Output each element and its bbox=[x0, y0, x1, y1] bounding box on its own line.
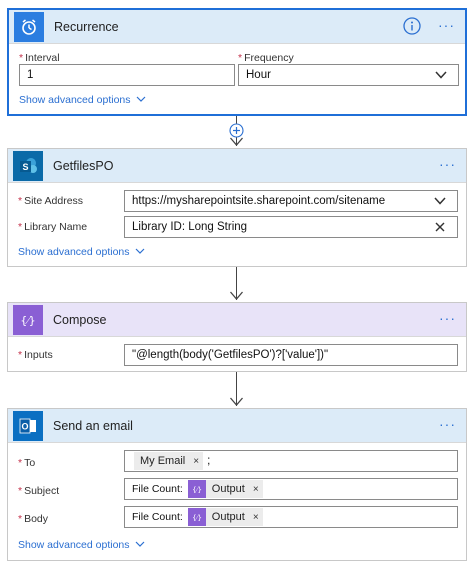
send-email-header[interactable]: O Send an email ··· bbox=[8, 409, 466, 443]
curly-braces-icon: {⁄} bbox=[187, 508, 206, 526]
chevron-down-icon bbox=[433, 194, 447, 211]
more-options-icon[interactable]: ··· bbox=[439, 311, 456, 325]
remove-token-icon[interactable]: × bbox=[253, 484, 259, 495]
to-label: * To bbox=[18, 457, 36, 469]
frequency-label: * Frequency bbox=[238, 52, 294, 64]
more-options-icon[interactable]: ··· bbox=[439, 157, 456, 171]
getfiles-title: GetfilesPO bbox=[53, 158, 114, 173]
compose-card[interactable]: {⁄} Compose ··· * Inputs "@length(body('G… bbox=[7, 302, 467, 372]
to-recipient-token[interactable]: My Email × bbox=[134, 452, 204, 470]
compose-title: Compose bbox=[53, 312, 107, 327]
interval-label: * Interval bbox=[19, 52, 60, 64]
recurrence-title: Recurrence bbox=[54, 19, 119, 34]
outlook-icon: O bbox=[13, 410, 43, 441]
svg-text:{⁄}: {⁄} bbox=[20, 314, 35, 327]
recurrence-header[interactable]: Recurrence ··· bbox=[9, 10, 465, 44]
remove-token-icon[interactable]: × bbox=[193, 456, 199, 467]
show-advanced-options-link[interactable]: Show advanced options bbox=[18, 246, 145, 258]
chevron-down-icon bbox=[434, 68, 448, 85]
site-address-label: * Site Address bbox=[18, 195, 84, 207]
alarm-clock-icon bbox=[14, 11, 44, 42]
info-icon[interactable] bbox=[403, 17, 421, 38]
inputs-expression-field[interactable]: "@length(body('GetfilesPO')?['value'])" bbox=[124, 344, 458, 366]
curly-braces-icon: {⁄} bbox=[13, 304, 43, 335]
subject-output-token[interactable]: {⁄} Output × bbox=[187, 480, 263, 498]
send-email-card[interactable]: O Send an email ··· * To My Email × ; * Su… bbox=[7, 408, 467, 561]
svg-text:S: S bbox=[22, 162, 28, 172]
more-options-icon[interactable]: ··· bbox=[438, 18, 455, 32]
subject-input[interactable]: File Count: {⁄} Output × bbox=[124, 478, 458, 500]
getfiles-header[interactable]: S GetfilesPO ··· bbox=[8, 149, 466, 183]
send-email-title: Send an email bbox=[53, 418, 133, 433]
more-options-icon[interactable]: ··· bbox=[439, 417, 456, 431]
chevron-down-icon bbox=[136, 94, 146, 106]
body-output-token[interactable]: {⁄} Output × bbox=[187, 508, 263, 526]
clear-icon[interactable] bbox=[433, 220, 447, 237]
body-label: * Body bbox=[18, 513, 49, 525]
body-input[interactable]: File Count: {⁄} Output × bbox=[124, 506, 458, 528]
chevron-down-icon bbox=[135, 246, 145, 258]
show-advanced-options-link[interactable]: Show advanced options bbox=[18, 539, 145, 551]
library-name-label: * Library Name bbox=[18, 221, 88, 233]
interval-input[interactable]: 1 bbox=[19, 64, 235, 86]
library-name-input[interactable]: Library ID: Long String bbox=[124, 216, 458, 238]
sharepoint-icon: S bbox=[13, 150, 43, 181]
svg-text:O: O bbox=[21, 421, 28, 431]
svg-text:{⁄}: {⁄} bbox=[192, 514, 202, 522]
recurrence-card[interactable]: Recurrence ··· * Interval 1 * Frequency Ho… bbox=[7, 8, 467, 116]
to-input[interactable]: My Email × ; bbox=[124, 450, 458, 472]
chevron-down-icon bbox=[135, 539, 145, 551]
curly-braces-icon: {⁄} bbox=[187, 480, 206, 498]
compose-header[interactable]: {⁄} Compose ··· bbox=[8, 303, 466, 337]
svg-text:{⁄}: {⁄} bbox=[192, 486, 202, 494]
getfiles-card[interactable]: S GetfilesPO ··· * Site Address https://m… bbox=[7, 148, 467, 267]
show-advanced-options-link[interactable]: Show advanced options bbox=[19, 94, 146, 106]
subject-label: * Subject bbox=[18, 485, 60, 497]
inputs-label: * Inputs bbox=[18, 349, 53, 361]
frequency-select[interactable]: Hour bbox=[238, 64, 459, 86]
site-address-select[interactable]: https://mysharepointsite.sharepoint.com/… bbox=[124, 190, 458, 212]
remove-token-icon[interactable]: × bbox=[253, 512, 259, 523]
